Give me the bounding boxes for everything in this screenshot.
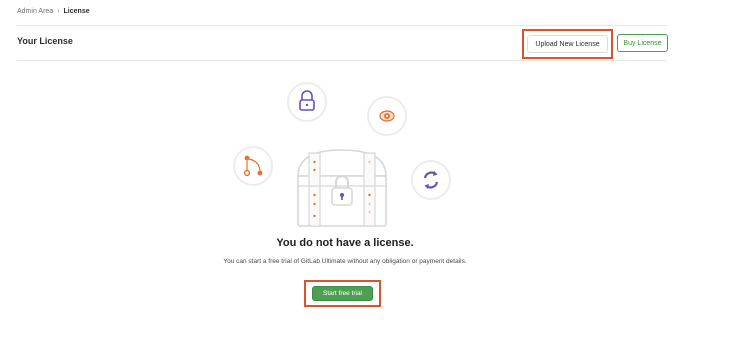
empty-state-description: You can start a free trial of GitLab Ult… — [223, 258, 467, 265]
breadcrumb: Admin Area › License — [17, 8, 90, 15]
refresh-icon — [411, 160, 451, 200]
breadcrumb-current: License — [63, 8, 90, 15]
empty-state-illustration — [233, 82, 451, 227]
merge-icon — [233, 146, 273, 186]
start-trial-highlight: Start free trial — [304, 280, 381, 307]
header-top-divider — [17, 25, 667, 26]
header-bottom-divider — [17, 60, 667, 61]
breadcrumb-separator: › — [57, 8, 60, 15]
upload-license-highlight: Upload New License — [522, 29, 613, 59]
buy-license-button[interactable]: Buy License — [617, 34, 668, 52]
eye-icon — [367, 96, 407, 136]
treasure-chest-icon — [297, 149, 387, 227]
start-free-trial-button[interactable]: Start free trial — [312, 286, 373, 301]
page-title: Your License — [17, 36, 73, 46]
lock-icon — [287, 82, 327, 122]
upload-new-license-button[interactable]: Upload New License — [527, 35, 608, 53]
breadcrumb-admin-area-link[interactable]: Admin Area — [17, 8, 53, 15]
empty-state-title: You do not have a license. — [276, 237, 414, 249]
